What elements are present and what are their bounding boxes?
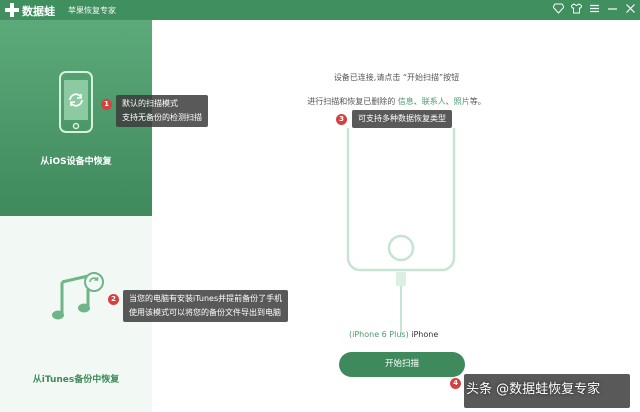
shirt-icon[interactable] xyxy=(569,3,583,16)
link-contacts[interactable]: 联系人 xyxy=(422,97,446,106)
device-name: iPhone xyxy=(408,330,439,339)
link-messages[interactable]: 信息 xyxy=(398,97,414,106)
title-bar: 数据蛙 苹果恢复专家 xyxy=(0,0,640,20)
app-logo-icon xyxy=(5,3,19,17)
callout-badge: 3 xyxy=(336,114,347,125)
start-scan-button[interactable]: 开始扫描 xyxy=(339,352,465,377)
sidebar: 从iOS设备中恢复 从iTunes备份中恢复 xyxy=(0,20,152,412)
app-name: 数据蛙 xyxy=(22,5,55,18)
sidebar-item-label: 从iTunes备份中恢复 xyxy=(32,375,120,385)
callout-default-scan: 默认的扫描模式 支持无备份的检测扫描 xyxy=(116,95,208,127)
itunes-music-icon xyxy=(52,272,104,320)
callout-text: 使用该模式可以将您的备份文件导出到电脑 xyxy=(129,308,281,317)
callout-itunes-mode: 当您的电脑有安装iTunes并提前备份了手机 使用该模式可以将您的备份文件导出到… xyxy=(123,290,289,322)
instruction-line1: 设备已连接,请点击 “开始扫描”按钮 xyxy=(333,73,460,82)
device-model: (iPhone 6 Plus) xyxy=(349,330,409,339)
separator: 、 xyxy=(413,97,422,106)
instruction-text: 等。 xyxy=(469,97,486,106)
instruction-text: 进行扫描和恢复已删除的 xyxy=(307,97,398,106)
callout-text: 可支持多种数据恢复类型 xyxy=(358,114,446,123)
callout-badge: 2 xyxy=(108,294,119,305)
sidebar-item-label: 从iOS设备中恢复 xyxy=(40,157,112,167)
device-label: (iPhone 6 Plus) iPhone xyxy=(349,330,438,339)
callout-text: 当您的电脑有安装iTunes并提前备份了手机 xyxy=(129,294,283,303)
instruction-line2: 进行扫描和恢复已删除的 信息、联系人、照片等。 xyxy=(153,96,640,107)
callout-text: 默认的扫描模式 xyxy=(122,99,178,108)
callout-data-types: 可支持多种数据恢复类型 xyxy=(352,110,452,128)
callout-badge: 1 xyxy=(101,99,112,110)
callout-badge: 4 xyxy=(450,378,461,389)
app-subtitle: 苹果恢复专家 xyxy=(68,6,116,15)
gem-icon[interactable] xyxy=(551,3,565,16)
close-icon[interactable] xyxy=(624,3,636,16)
callout-text: 支持无备份的检测扫描 xyxy=(122,113,202,122)
main-content: 设备已连接,请点击 “开始扫描”按钮 进行扫描和恢复已删除的 信息、联系人、照片… xyxy=(153,20,640,412)
phone-restore-icon xyxy=(59,71,93,133)
minimize-icon[interactable] xyxy=(606,3,618,16)
menu-icon[interactable] xyxy=(588,3,600,16)
link-photos[interactable]: 照片 xyxy=(454,97,470,106)
separator: 、 xyxy=(445,97,454,106)
window-controls xyxy=(551,3,636,16)
iphone-illustration xyxy=(346,128,456,334)
watermark: 头条 @数据蛙恢复专家 xyxy=(466,382,601,397)
